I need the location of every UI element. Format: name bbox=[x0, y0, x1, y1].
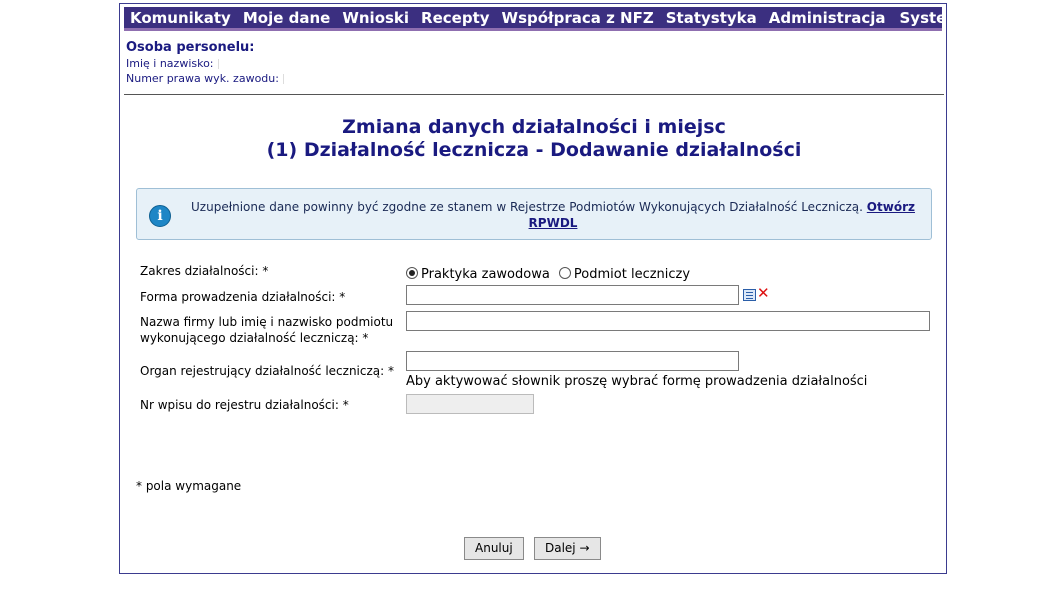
scope-label: Zakres działalności: * bbox=[140, 264, 269, 278]
personnel-name-label: Imię i nazwisko: bbox=[126, 57, 214, 70]
personnel-license-row: Numer prawa wyk. zawodu: bbox=[126, 71, 284, 86]
registry-number-field bbox=[406, 394, 534, 414]
personnel-license-label: Numer prawa wyk. zawodu: bbox=[126, 72, 279, 85]
organ-field[interactable] bbox=[406, 351, 739, 371]
main-menu: Komunikaty Moje dane Wnioski Recepty Wsp… bbox=[124, 7, 962, 31]
personnel-license-value bbox=[282, 74, 284, 84]
page-title-line1: Zmiana danych działalności i miejsc bbox=[342, 116, 726, 138]
menu-wspolpraca-nfz[interactable]: Współpraca z NFZ bbox=[496, 7, 660, 29]
menu-administracja[interactable]: Administracja bbox=[763, 7, 892, 29]
scope-radio-praktyka[interactable] bbox=[406, 267, 418, 279]
scope-option-praktyka[interactable]: Praktyka zawodowa bbox=[421, 267, 550, 282]
menu-komunikaty[interactable]: Komunikaty bbox=[124, 7, 237, 29]
menu-wnioski[interactable]: Wnioski bbox=[336, 7, 415, 29]
info-icon: i bbox=[149, 205, 171, 227]
page-title: Zmiana danych działalności i miejsc (1) … bbox=[124, 116, 944, 162]
scope-radio-group: Praktyka zawodowa Podmiot leczniczy bbox=[406, 263, 690, 282]
scope-option-podmiot[interactable]: Podmiot leczniczy bbox=[574, 267, 690, 282]
registry-label: Nr wpisu do rejestru działalności: * bbox=[140, 398, 349, 412]
info-message: Uzupełnione dane powinny być zgodne ze s… bbox=[191, 200, 863, 214]
company-label-line2: wykonującego działalność leczniczą: * bbox=[140, 331, 369, 345]
organ-label: Organ rejestrujący działalność leczniczą… bbox=[140, 364, 394, 378]
header-divider bbox=[124, 94, 944, 95]
info-text: Uzupełnione dane powinny być zgodne ze s… bbox=[183, 199, 923, 231]
menu-recepty[interactable]: Recepty bbox=[415, 7, 495, 29]
next-button[interactable]: Dalej → bbox=[534, 537, 601, 560]
page-frame: Komunikaty Moje dane Wnioski Recepty Wsp… bbox=[119, 3, 962, 574]
organ-hint: Aby aktywować słownik proszę wybrać form… bbox=[406, 374, 868, 389]
menu-statystyka[interactable]: Statystyka bbox=[660, 7, 763, 29]
company-label: Nazwa firmy lub imię i nazwisko podmiotu… bbox=[140, 314, 393, 346]
personnel-info: Osoba personelu: Imię i nazwisko: Numer … bbox=[126, 39, 284, 86]
required-note: * pola wymagane bbox=[136, 479, 242, 493]
dictionary-icon[interactable] bbox=[743, 289, 756, 301]
form-label: Forma prowadzenia działalności: * bbox=[140, 290, 346, 304]
scope-radio-podmiot[interactable] bbox=[558, 267, 571, 279]
form-field[interactable] bbox=[406, 285, 739, 305]
company-label-line1: Nazwa firmy lub imię i nazwisko podmiotu bbox=[140, 315, 394, 329]
personnel-name-value bbox=[217, 59, 219, 69]
menu-moje-dane[interactable]: Moje dane bbox=[237, 7, 336, 29]
page-title-line2: (1) Działalność lecznicza - Dodawanie dz… bbox=[266, 139, 802, 161]
personnel-title: Osoba personelu: bbox=[126, 40, 255, 55]
menu-system[interactable]: System bbox=[894, 7, 966, 29]
cancel-button[interactable]: Anuluj bbox=[464, 537, 524, 560]
clear-icon[interactable]: ✕ bbox=[757, 285, 770, 301]
company-name-field[interactable] bbox=[406, 311, 930, 331]
personnel-name-row: Imię i nazwisko: bbox=[126, 56, 284, 71]
info-banner: i Uzupełnione dane powinny być zgodne ze… bbox=[136, 188, 932, 240]
